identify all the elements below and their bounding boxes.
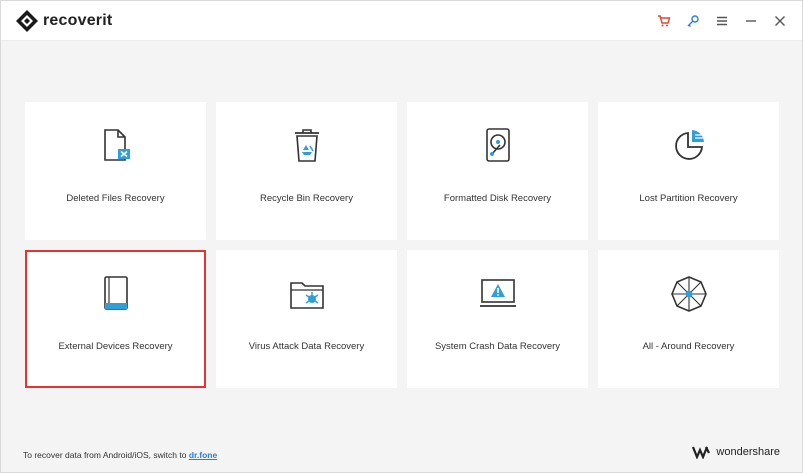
- brand-text: wondershare: [716, 446, 780, 458]
- card-label: Recycle Bin Recovery: [260, 193, 353, 204]
- external-device-icon: [103, 276, 128, 310]
- menu-icon[interactable]: [712, 11, 732, 31]
- wondershare-logo-icon: [692, 446, 711, 459]
- formatted-disk-icon: [485, 128, 510, 162]
- card-label: All - Around Recovery: [642, 341, 735, 352]
- card-virus-attack-data-recovery[interactable]: Virus Attack Data Recovery: [216, 250, 397, 388]
- wondershare-brand: wondershare: [692, 445, 780, 459]
- cart-icon[interactable]: [654, 11, 674, 31]
- app-title: recoverit: [43, 12, 113, 29]
- card-formatted-disk-recovery[interactable]: Formatted Disk Recovery: [407, 102, 588, 240]
- card-label: Lost Partition Recovery: [639, 193, 738, 204]
- recycle-bin-icon: [294, 129, 319, 162]
- deleted-file-icon: [103, 129, 130, 161]
- card-all-around-recovery[interactable]: All - Around Recovery: [598, 250, 779, 388]
- card-external-devices-recovery[interactable]: External Devices Recovery: [25, 250, 206, 388]
- drfone-link[interactable]: dr.fone: [189, 450, 217, 460]
- window-controls: [645, 11, 790, 31]
- app-window: recoverit Deleted Files Recovery Recycle…: [0, 0, 803, 473]
- virus-folder-icon: [289, 282, 324, 309]
- footer-switch-hint: To recover data from Android/iOS, switch…: [23, 450, 217, 460]
- card-label: External Devices Recovery: [58, 341, 173, 352]
- card-recycle-bin-recovery[interactable]: Recycle Bin Recovery: [216, 102, 397, 240]
- minimize-icon[interactable]: [741, 11, 761, 31]
- key-icon[interactable]: [683, 11, 703, 31]
- title-bar: recoverit: [1, 1, 802, 41]
- all-around-icon: [670, 276, 707, 312]
- card-label: System Crash Data Recovery: [434, 341, 561, 352]
- card-label: Virus Attack Data Recovery: [248, 341, 365, 352]
- card-deleted-files-recovery[interactable]: Deleted Files Recovery: [25, 102, 206, 240]
- app-logo: recoverit: [15, 9, 112, 33]
- card-system-crash-data-recovery[interactable]: System Crash Data Recovery: [407, 250, 588, 388]
- footer-prefix: To recover data from Android/iOS, switch…: [23, 450, 187, 460]
- card-lost-partition-recovery[interactable]: Lost Partition Recovery: [598, 102, 779, 240]
- card-label: Formatted Disk Recovery: [443, 193, 552, 204]
- recoverit-logo-icon: [16, 10, 38, 32]
- system-crash-icon: [479, 279, 516, 307]
- close-icon[interactable]: [770, 11, 790, 31]
- lost-partition-icon: [674, 130, 704, 160]
- card-label: Deleted Files Recovery: [66, 193, 165, 204]
